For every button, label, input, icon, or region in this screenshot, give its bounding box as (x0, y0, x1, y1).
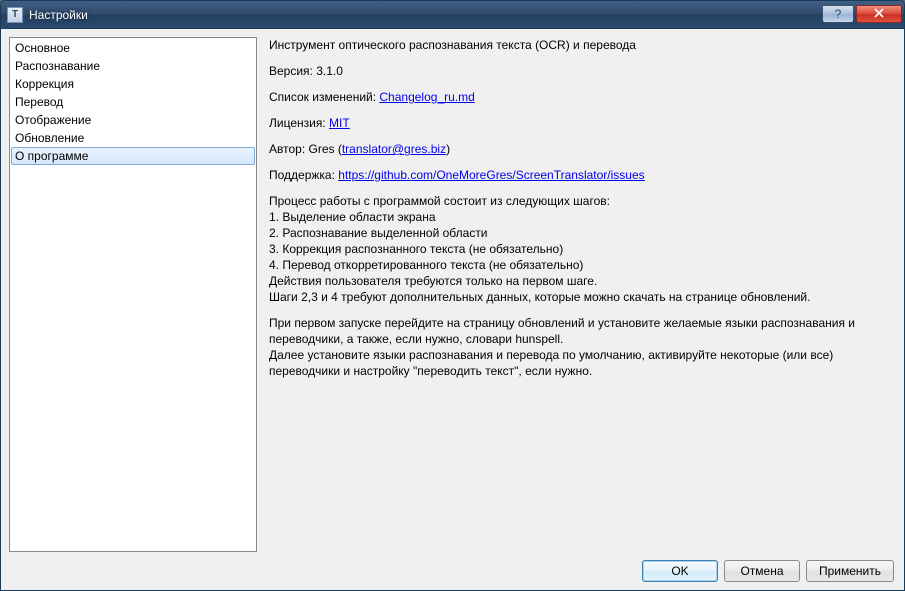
close-icon (874, 7, 884, 21)
author-email-link[interactable]: translator@gres.biz (342, 142, 446, 156)
titlebar[interactable]: T Настройки ? (1, 1, 904, 29)
window-title: Настройки (29, 8, 822, 22)
help-button[interactable]: ? (822, 5, 854, 23)
sidebar-item-display[interactable]: Отображение (11, 111, 255, 129)
about-panel: Инструмент оптического распознавания тек… (265, 37, 896, 552)
sidebar-item-recognition[interactable]: Распознавание (11, 57, 255, 75)
about-changelog: Список изменений: Changelog_ru.md (269, 89, 892, 105)
sidebar-item-correction[interactable]: Коррекция (11, 75, 255, 93)
help-icon: ? (835, 7, 842, 21)
close-button[interactable] (856, 5, 902, 23)
cancel-button[interactable]: Отмена (724, 560, 800, 582)
about-firstrun: При первом запуске перейдите на страницу… (269, 315, 892, 379)
about-author: Автор: Gres (translator@gres.biz) (269, 141, 892, 157)
changelog-link[interactable]: Changelog_ru.md (379, 90, 474, 104)
app-icon: T (7, 7, 23, 23)
about-description: Инструмент оптического распознавания тек… (269, 37, 892, 53)
about-steps: Процесс работы с программой состоит из с… (269, 193, 892, 305)
support-link[interactable]: https://github.com/OneMoreGres/ScreenTra… (338, 168, 644, 182)
category-list[interactable]: Основное Распознавание Коррекция Перевод… (9, 37, 257, 552)
sidebar-item-translation[interactable]: Перевод (11, 93, 255, 111)
sidebar-item-about[interactable]: О программе (11, 147, 255, 165)
settings-window: T Настройки ? Основное Распознавание Кор… (0, 0, 905, 591)
about-license: Лицензия: MIT (269, 115, 892, 131)
license-link[interactable]: MIT (329, 116, 350, 130)
apply-button[interactable]: Применить (806, 560, 894, 582)
client-area: Основное Распознавание Коррекция Перевод… (1, 29, 904, 590)
sidebar-item-general[interactable]: Основное (11, 39, 255, 57)
sidebar-item-update[interactable]: Обновление (11, 129, 255, 147)
ok-button[interactable]: OK (642, 560, 718, 582)
about-support: Поддержка: https://github.com/OneMoreGre… (269, 167, 892, 183)
about-version: Версия: 3.1.0 (269, 63, 892, 79)
dialog-buttons: OK Отмена Применить (9, 558, 896, 582)
